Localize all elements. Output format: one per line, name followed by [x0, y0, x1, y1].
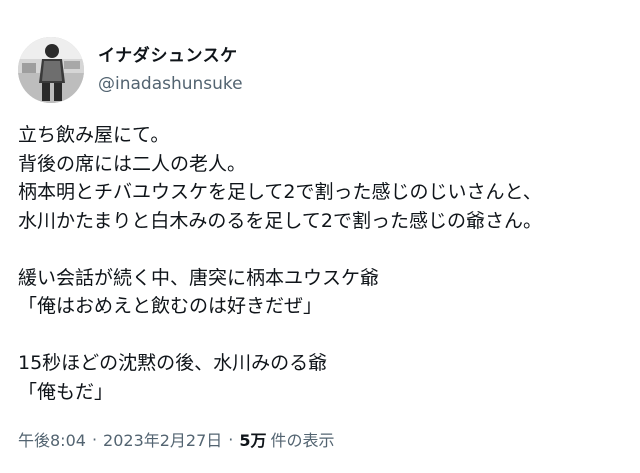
- meta-separator: ·: [228, 429, 234, 449]
- views-count[interactable]: 5万: [239, 427, 266, 451]
- tweet-line: 15秒ほどの沈黙の後、水川みのる爺: [18, 352, 328, 374]
- tweet-meta: 午後8:04 · 2023年2月27日 · 5万 件の表示: [18, 427, 335, 451]
- tweet-line: 背後の席には二人の老人。: [18, 152, 247, 175]
- tweet-card: イナダシュンスケ @inadashunsuke 立ち飲み屋にて。 背後の席には二…: [0, 0, 640, 473]
- tweet-line: 水川かたまりと白木みのるを足して2で割った感じの爺さん。: [18, 209, 542, 232]
- display-name[interactable]: イナダシュンスケ: [98, 44, 243, 68]
- tweet-time[interactable]: 午後8:04: [18, 427, 86, 451]
- author-identity: イナダシュンスケ @inadashunsuke: [98, 44, 243, 96]
- tweet-text: 立ち飲み屋にて。 背後の席には二人の老人。 柄本明とチバユウスケを足して2で割っ…: [18, 121, 628, 406]
- tweet-line: 「俺もだ」: [18, 380, 114, 403]
- meta-separator: ·: [91, 429, 98, 449]
- tweet-line: 立ち飲み屋にて。: [18, 124, 170, 146]
- tweet-line: 「俺はおめえと飲むのは好きだぜ」: [18, 295, 323, 317]
- avatar[interactable]: [18, 37, 84, 103]
- tweet-header: イナダシュンスケ @inadashunsuke: [18, 37, 243, 103]
- avatar-image: [18, 37, 84, 103]
- tweet-date[interactable]: 2023年2月27日: [103, 427, 222, 451]
- user-handle[interactable]: @inadashunsuke: [98, 72, 243, 96]
- views-label[interactable]: 件の表示: [271, 427, 335, 451]
- tweet-line: 緩い会話が続く中、唐突に柄本ユウスケ爺: [18, 266, 380, 289]
- tweet-line: 柄本明とチバユウスケを足して2で割った感じのじいさんと、: [18, 181, 542, 203]
